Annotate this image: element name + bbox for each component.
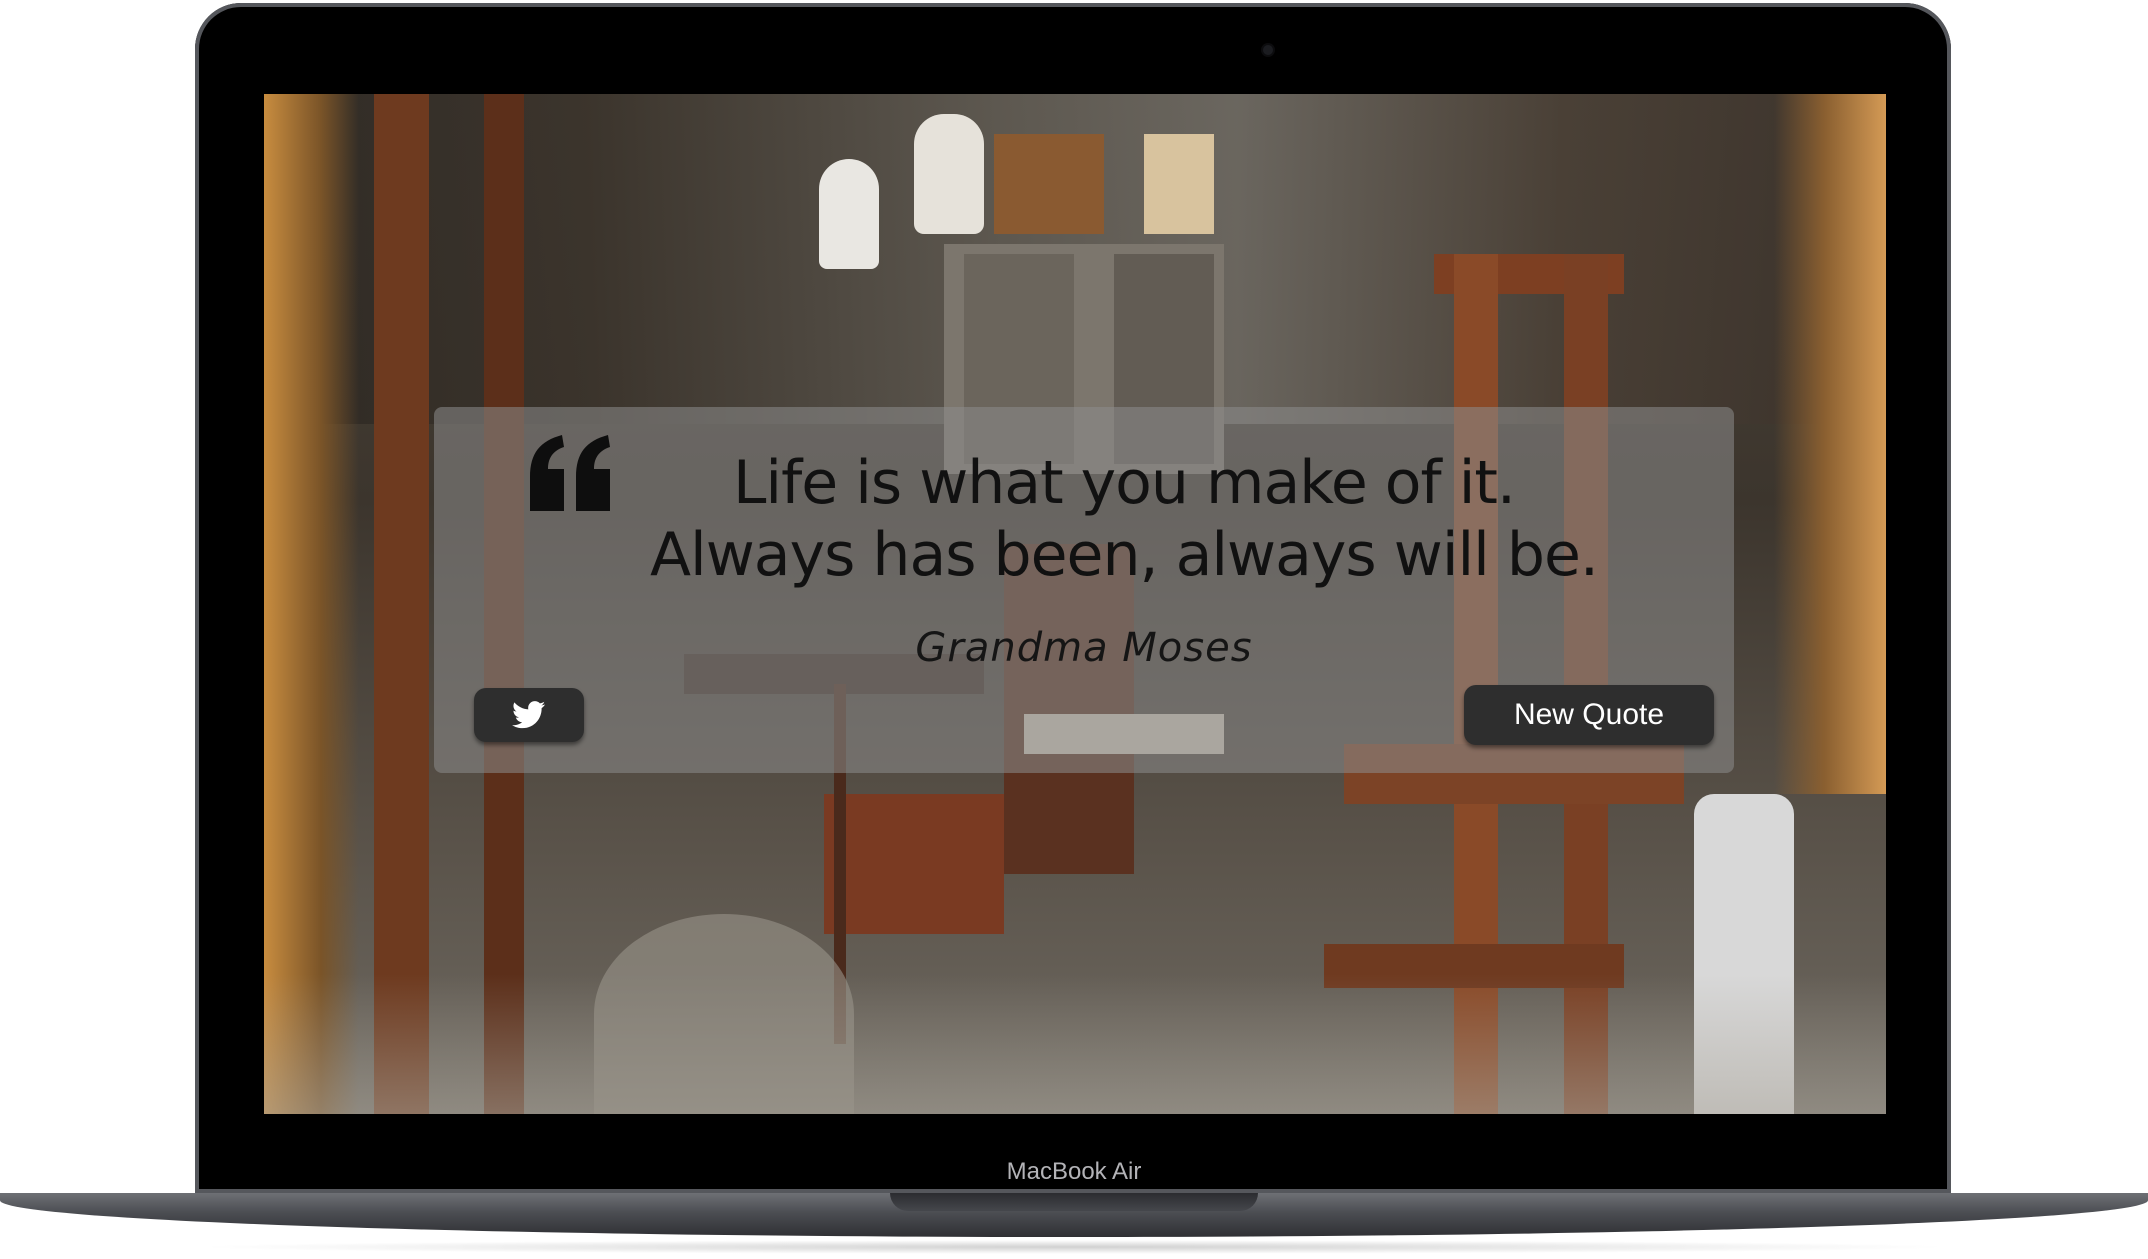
twitter-icon	[512, 701, 546, 729]
quote-text: Life is what you make of it. Always has …	[650, 448, 1599, 590]
laptop-shadow	[190, 1240, 1958, 1254]
device-label: MacBook Air	[1006, 1158, 1142, 1185]
tweet-button[interactable]	[474, 688, 584, 742]
new-quote-button[interactable]: New Quote	[1464, 685, 1714, 745]
quote-author: Grandma Moses	[915, 625, 1253, 671]
quote-icon	[530, 435, 610, 511]
quote-card: Life is what you make of it. Always has …	[434, 407, 1734, 773]
camera-icon	[1263, 45, 1273, 55]
app-screen: Life is what you make of it. Always has …	[264, 94, 1886, 1114]
laptop-notch	[890, 1193, 1258, 1211]
